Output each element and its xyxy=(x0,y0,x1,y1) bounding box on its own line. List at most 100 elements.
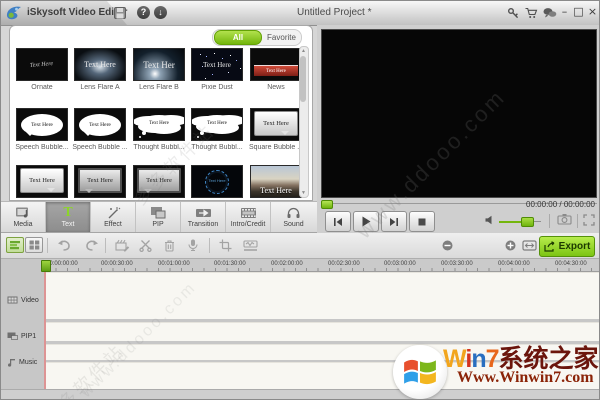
scrollbar-thumb[interactable] xyxy=(300,56,306,102)
tab-label: Intro/Credit xyxy=(230,220,266,228)
ruler-label: 00:00:30:00 xyxy=(101,261,133,267)
transition-icon xyxy=(195,207,212,219)
template-thumbnail-speech-bubble[interactable]: Text Here xyxy=(74,108,126,141)
export-icon xyxy=(544,241,555,252)
timeline-view-button[interactable] xyxy=(6,237,24,253)
volume-icon[interactable] xyxy=(485,215,496,225)
site-watermark: Win7系统之家 Www.Winwin7.com xyxy=(391,337,599,399)
pip-track-icon xyxy=(7,332,18,340)
template-thumbnail-square-bubble[interactable]: Text Here xyxy=(250,108,302,141)
split-scissors-icon[interactable] xyxy=(139,239,152,252)
app-title: iSkysoft Video Editor xyxy=(27,7,128,18)
template-thumbnail-movie-subtitle[interactable]: Text Here xyxy=(250,165,302,198)
video-track[interactable] xyxy=(44,272,599,319)
storyboard-view-button[interactable] xyxy=(25,237,43,253)
detach-audio-icon[interactable] xyxy=(243,239,258,252)
zoom-out-icon[interactable] xyxy=(442,240,453,251)
template-thumbnail-news[interactable]: Text Here xyxy=(250,48,302,81)
edit-clip-icon[interactable] xyxy=(115,239,130,252)
tab-transition[interactable]: Transition xyxy=(181,202,226,232)
ruler-label: 00:03:30:00 xyxy=(441,261,473,267)
tab-label: Transition xyxy=(187,220,219,228)
ruler-label: 00:02:30:00 xyxy=(328,261,360,267)
divider xyxy=(105,238,106,253)
text-icon: T xyxy=(63,205,73,220)
template-thumbnail-lens-flare-b[interactable]: Text Her xyxy=(133,48,185,81)
help-button[interactable]: ? xyxy=(137,6,150,19)
tab-sound[interactable]: Sound xyxy=(271,202,316,232)
ruler-label: 00:02:00:00 xyxy=(271,261,303,267)
template-thumbnail-rectangle-bubble[interactable]: Text Here xyxy=(133,165,185,198)
template-thumbnail-square-bubble[interactable]: Text Here xyxy=(16,165,68,198)
ruler-label: 00:03:00:00 xyxy=(384,261,416,267)
volume-handle[interactable] xyxy=(521,217,534,227)
template-thumbnail-rectangle-bubble[interactable]: Text Here xyxy=(74,165,126,198)
save-icon[interactable] xyxy=(114,7,126,19)
playback-time: 00:00:00 / 00:00:00 xyxy=(526,200,595,209)
record-voiceover-mic-icon[interactable] xyxy=(187,239,199,252)
register-key-icon[interactable] xyxy=(507,7,519,19)
thumb-text: Text Here xyxy=(87,177,113,184)
template-caption: Thought Bubbl... xyxy=(133,144,185,151)
thumb-text: Text Here xyxy=(263,119,289,127)
fit-timeline-icon[interactable] xyxy=(522,240,537,251)
update-button[interactable]: ↓ xyxy=(154,6,167,19)
thumb-text: Text Here xyxy=(203,60,231,69)
playhead-handle[interactable] xyxy=(41,260,51,272)
template-thumbnail-thought-bubble[interactable]: Text Here xyxy=(133,108,185,141)
redo-icon[interactable] xyxy=(85,239,99,251)
magic-wand-icon xyxy=(106,206,121,219)
crop-icon[interactable] xyxy=(219,239,232,252)
scroll-up-icon[interactable]: ▲ xyxy=(301,48,306,54)
filter-favorite-button[interactable]: Favorite xyxy=(262,33,301,42)
undo-icon[interactable] xyxy=(57,239,71,251)
template-caption: Speech Bubble ... xyxy=(72,144,128,151)
track-label-column: Video PIP1 Music xyxy=(1,272,44,389)
next-frame-button[interactable] xyxy=(381,211,407,232)
feedback-icon[interactable] xyxy=(543,7,557,19)
minimize-button[interactable]: – xyxy=(558,5,571,18)
previous-frame-button[interactable] xyxy=(325,211,351,232)
snapshot-camera-icon[interactable] xyxy=(557,213,572,225)
headphones-icon xyxy=(286,206,301,219)
template-thumbnail-pixie-dust[interactable]: Text Here xyxy=(191,48,243,81)
divider xyxy=(577,214,578,228)
playhead-line[interactable] xyxy=(44,272,46,389)
video-track-icon xyxy=(7,296,18,304)
tab-text[interactable]: T Text xyxy=(46,202,91,232)
template-thumbnail-thought-bubble[interactable]: Text Here xyxy=(191,108,243,141)
thumb-text: Text Here xyxy=(208,178,226,184)
tab-pip[interactable]: PIP xyxy=(136,202,181,232)
filter-all-button[interactable]: All xyxy=(214,30,262,45)
stamp-ring: Text Here xyxy=(205,169,229,194)
template-thumbnail-stamp[interactable]: Text Here xyxy=(191,165,243,198)
video-preview[interactable] xyxy=(321,29,597,198)
zoom-in-icon[interactable] xyxy=(505,240,516,251)
play-button[interactable] xyxy=(353,211,379,232)
divider xyxy=(549,214,550,228)
template-thumbnail-speech-bubble[interactable]: Text Here xyxy=(16,108,68,141)
filmstrip-icon xyxy=(240,207,257,219)
template-thumbnail-lens-flare-a[interactable]: Text Here xyxy=(74,48,126,81)
ruler-label: 00:04:00:00 xyxy=(498,261,530,267)
delete-trash-icon[interactable] xyxy=(163,239,176,252)
export-button[interactable]: Export xyxy=(539,236,595,257)
template-caption: Square Bubble ... xyxy=(248,144,304,151)
seek-handle[interactable] xyxy=(321,200,333,209)
store-cart-icon[interactable] xyxy=(525,7,538,19)
project-title: Untitled Project * xyxy=(297,7,372,18)
stop-button[interactable] xyxy=(409,211,435,232)
timeline-ruler[interactable]: 00:00:00:00 00:00:30:00 00:01:00:00 00:0… xyxy=(44,259,599,272)
scroll-down-icon[interactable]: ▼ xyxy=(301,190,306,196)
tab-effect[interactable]: Effect xyxy=(91,202,136,232)
maximize-button[interactable]: □ xyxy=(572,5,585,18)
tab-intro-credit[interactable]: Intro/Credit xyxy=(226,202,271,232)
fullscreen-icon[interactable] xyxy=(583,214,595,226)
template-thumbnail-ornate[interactable]: Text Here xyxy=(16,48,68,81)
library-tabbar: Media T Text Effect PIP Transition Intro… xyxy=(1,201,317,233)
gallery-scrollbar[interactable]: ▲ ▼ xyxy=(299,46,309,198)
close-button[interactable]: × xyxy=(586,5,599,18)
thumb-text: Text Here xyxy=(89,121,111,128)
ruler-ticks xyxy=(44,268,599,271)
tab-media[interactable]: Media xyxy=(1,202,46,232)
